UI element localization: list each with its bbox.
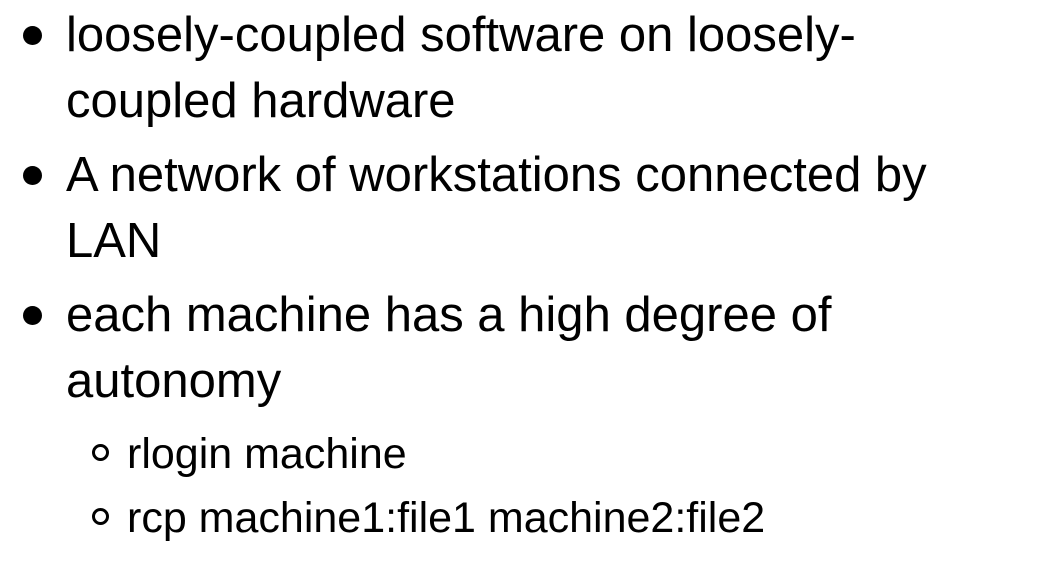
bullet-dot-icon xyxy=(23,166,42,185)
sub-bullet-text: rcp machine1:file1 machine2:file2 xyxy=(127,494,766,542)
bullet-dot-icon xyxy=(23,26,42,45)
bullet-item-2: A network of workstations connected by L… xyxy=(0,142,1026,274)
bullet-text: each machine has a high degree of autono… xyxy=(66,288,832,408)
slide: loosely-coupled software on loosely-coup… xyxy=(0,0,1044,561)
circle-bullet-icon xyxy=(92,508,109,525)
sub-bullet-item-2: rcp machine1:file1 machine2:file2 xyxy=(0,489,1007,547)
bullet-list: loosely-coupled software on loosely-coup… xyxy=(0,0,1044,414)
bullet-item-1: loosely-coupled software on loosely-coup… xyxy=(0,2,1026,134)
sub-bullet-list: rlogin machine rcp machine1:file1 machin… xyxy=(0,419,1044,547)
bullet-dot-icon xyxy=(23,306,42,325)
bullet-text: loosely-coupled software on loosely-coup… xyxy=(66,8,856,128)
circle-bullet-icon xyxy=(92,444,109,461)
sub-bullet-text: rlogin machine xyxy=(127,430,407,478)
sub-bullet-item-1: rlogin machine xyxy=(0,425,1007,483)
bullet-text: A network of workstations connected by L… xyxy=(66,148,927,268)
bullet-item-3: each machine has a high degree of autono… xyxy=(0,282,1026,414)
